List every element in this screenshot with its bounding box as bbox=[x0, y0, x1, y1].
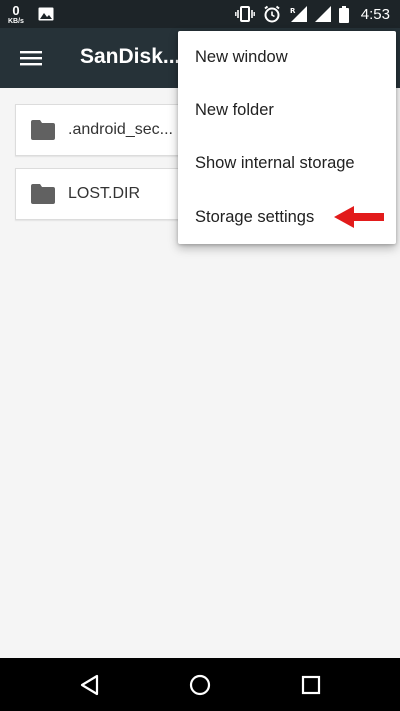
alarm-icon bbox=[263, 5, 281, 23]
signal-roaming-icon: R bbox=[289, 6, 307, 22]
status-bar: 0 KB/s R 4:53 bbox=[0, 0, 400, 28]
menu-item-label: New window bbox=[195, 48, 288, 66]
status-clock: 4:53 bbox=[360, 5, 390, 23]
network-speed-indicator: 0 KB/s bbox=[8, 4, 24, 25]
overflow-menu: New window New folder Show internal stor… bbox=[178, 31, 396, 244]
home-icon[interactable] bbox=[186, 671, 214, 699]
network-speed-unit: KB/s bbox=[8, 17, 24, 25]
menu-item-show-internal-storage[interactable]: Show internal storage bbox=[178, 137, 396, 190]
menu-item-label: New folder bbox=[195, 101, 274, 119]
vibrate-icon bbox=[234, 6, 255, 22]
svg-text:R: R bbox=[290, 7, 296, 15]
menu-item-storage-settings[interactable]: Storage settings bbox=[178, 191, 396, 244]
recents-icon[interactable] bbox=[297, 671, 325, 699]
signal-icon bbox=[314, 6, 331, 22]
menu-item-label: Show internal storage bbox=[195, 154, 355, 172]
menu-item-label: Storage settings bbox=[195, 208, 315, 226]
folder-icon bbox=[31, 184, 55, 204]
image-icon bbox=[38, 7, 54, 21]
status-left: 0 KB/s bbox=[8, 1, 54, 27]
network-speed-value: 0 bbox=[12, 2, 20, 18]
hamburger-menu-icon[interactable] bbox=[16, 44, 46, 72]
battery-icon bbox=[338, 5, 349, 23]
red-arrow-pointer-icon bbox=[334, 205, 384, 229]
folder-icon bbox=[31, 120, 55, 140]
menu-item-new-folder[interactable]: New folder bbox=[178, 84, 396, 137]
status-right: R 4:53 bbox=[234, 0, 390, 28]
menu-item-new-window[interactable]: New window bbox=[178, 31, 396, 84]
back-icon[interactable] bbox=[76, 671, 104, 699]
toolbar-title: SanDisk... bbox=[80, 45, 181, 68]
system-nav-bar bbox=[0, 658, 400, 711]
